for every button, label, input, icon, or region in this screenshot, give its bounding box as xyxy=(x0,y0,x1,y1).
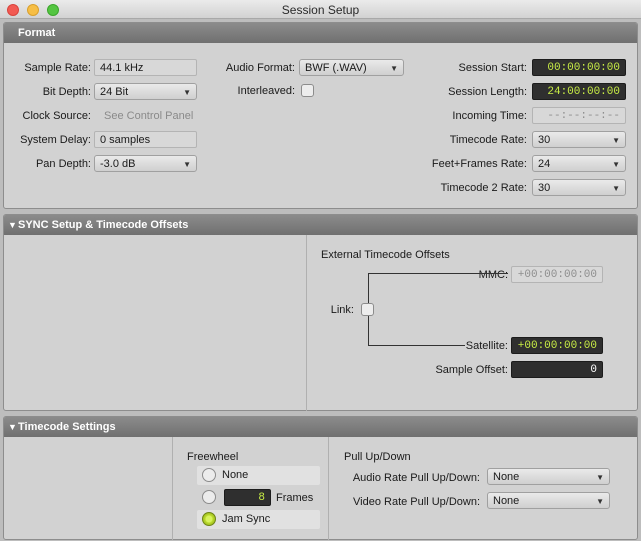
timecode-rate-label: Timecode Rate: xyxy=(449,134,527,146)
timecode-divider-right xyxy=(328,437,329,540)
bit-depth-select[interactable]: 24 Bit ▼ xyxy=(94,83,197,100)
video-pull-value: None xyxy=(493,495,520,507)
session-start-label: Session Start: xyxy=(458,62,527,74)
incoming-time-label: Incoming Time: xyxy=(452,110,527,122)
format-panel: Format Sample Rate: 44.1 kHz Bit Depth: … xyxy=(3,22,638,209)
session-start-field[interactable]: 00:00:00:00 xyxy=(532,59,626,76)
chevron-down-icon: ▼ xyxy=(390,64,398,73)
jam-sync-label: Jam Sync xyxy=(222,513,271,525)
sync-header-label: SYNC Setup & Timecode Offsets xyxy=(18,219,189,231)
link-bracket-bottom xyxy=(368,345,465,346)
pan-depth-value: -3.0 dB xyxy=(100,158,136,170)
timecode-divider-left xyxy=(172,437,173,540)
audio-pull-select[interactable]: None ▼ xyxy=(487,468,610,485)
mmc-label: MMC: xyxy=(478,269,508,281)
pull-up-down-title: Pull Up/Down xyxy=(344,451,411,463)
chevron-down-icon: ▼ xyxy=(596,473,604,482)
window-title: Session Setup xyxy=(281,3,360,17)
audio-pull-label: Audio Rate Pull Up/Down: xyxy=(352,472,480,484)
link-label: Link: xyxy=(330,304,354,316)
pan-depth-label: Pan Depth: xyxy=(35,158,91,170)
timecode2-rate-value: 30 xyxy=(538,182,551,194)
chevron-down-icon: ▼ xyxy=(612,136,620,145)
freewheel-frames-field[interactable]: 8 xyxy=(224,489,271,506)
satellite-label: Satellite: xyxy=(465,340,508,352)
system-delay-field: 0 samples xyxy=(94,131,197,148)
clock-source-value: See Control Panel xyxy=(104,110,194,122)
disclosure-triangle-icon: ▼ xyxy=(8,422,17,432)
audio-pull-value: None xyxy=(493,471,520,483)
freewheel-frames-radio[interactable] xyxy=(202,490,216,504)
link-bracket-top xyxy=(368,273,508,274)
chevron-down-icon: ▼ xyxy=(612,184,620,193)
format-panel-header[interactable]: Format xyxy=(4,23,637,43)
sync-divider xyxy=(306,235,307,411)
audio-format-select[interactable]: BWF (.WAV) ▼ xyxy=(299,59,404,76)
bit-depth-value: 24 Bit xyxy=(100,86,129,98)
timecode-panel-header[interactable]: ▼ Timecode Settings xyxy=(4,417,637,437)
interleaved-checkbox[interactable] xyxy=(301,84,314,97)
chevron-down-icon: ▼ xyxy=(183,160,191,169)
timecode-rate-value: 30 xyxy=(538,134,551,146)
timecode-rate-select[interactable]: 30 ▼ xyxy=(532,131,626,148)
audio-format-label: Audio Format: xyxy=(225,62,295,74)
sync-panel: ▼ SYNC Setup & Timecode Offsets External… xyxy=(3,214,638,411)
video-pull-select[interactable]: None ▼ xyxy=(487,492,610,509)
feet-frames-rate-label: Feet+Frames Rate: xyxy=(431,158,527,170)
feet-frames-rate-value: 24 xyxy=(538,158,551,170)
format-header-label: Format xyxy=(18,27,56,39)
sync-panel-header[interactable]: ▼ SYNC Setup & Timecode Offsets xyxy=(4,215,637,235)
jam-sync-radio[interactable] xyxy=(202,512,216,526)
timecode-settings-panel: ▼ Timecode Settings Freewheel None 8 Fra… xyxy=(3,416,638,540)
external-offsets-title: External Timecode Offsets xyxy=(321,249,450,261)
session-length-label: Session Length: xyxy=(448,86,527,98)
chevron-down-icon: ▼ xyxy=(596,497,604,506)
freewheel-none-radio[interactable] xyxy=(202,468,216,482)
satellite-offset-field[interactable]: +00:00:00:00 xyxy=(511,337,603,354)
freewheel-title: Freewheel xyxy=(187,451,239,463)
pan-depth-select[interactable]: -3.0 dB ▼ xyxy=(94,155,197,172)
timecode2-rate-label: Timecode 2 Rate: xyxy=(440,182,527,194)
feet-frames-rate-select[interactable]: 24 ▼ xyxy=(532,155,626,172)
video-pull-label: Video Rate Pull Up/Down: xyxy=(353,496,480,508)
incoming-time-field: --:--:--:-- xyxy=(532,107,626,124)
clock-source-label: Clock Source: xyxy=(22,110,91,122)
interleaved-label: Interleaved: xyxy=(237,85,295,97)
disclosure-triangle-icon: ▼ xyxy=(8,220,17,230)
timecode-header-label: Timecode Settings xyxy=(18,421,116,433)
system-delay-label: System Delay: xyxy=(20,134,91,146)
sample-rate-label: Sample Rate: xyxy=(24,62,91,74)
mmc-offset-field: +00:00:00:00 xyxy=(511,266,603,283)
sample-offset-label: Sample Offset: xyxy=(435,364,508,376)
window-titlebar: Session Setup xyxy=(0,0,641,19)
session-length-field[interactable]: 24:00:00:00 xyxy=(532,83,626,100)
audio-format-value: BWF (.WAV) xyxy=(305,62,367,74)
chevron-down-icon: ▼ xyxy=(612,160,620,169)
bit-depth-label: Bit Depth: xyxy=(42,86,91,98)
chevron-down-icon: ▼ xyxy=(183,88,191,97)
link-checkbox[interactable] xyxy=(361,303,374,316)
timecode2-rate-select[interactable]: 30 ▼ xyxy=(532,179,626,196)
sample-offset-field[interactable]: 0 xyxy=(511,361,603,378)
sample-rate-field: 44.1 kHz xyxy=(94,59,197,76)
freewheel-none-label: None xyxy=(222,469,249,481)
freewheel-frames-label: Frames xyxy=(276,492,314,504)
